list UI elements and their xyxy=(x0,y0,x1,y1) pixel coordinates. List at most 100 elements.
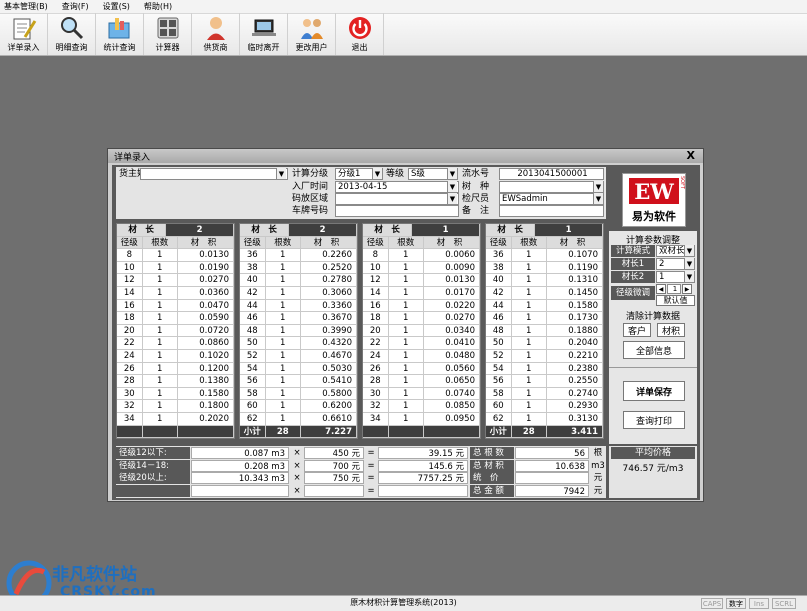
remark-field[interactable] xyxy=(499,205,604,217)
table-row[interactable]: 18 1 0.0590 xyxy=(117,312,234,325)
table-row[interactable]: 44 1 0.3360 xyxy=(240,299,357,313)
table-row[interactable]: 30 1 0.1580 xyxy=(117,387,234,401)
toolbar-detail-query-button[interactable]: 明细查询 xyxy=(48,13,96,55)
count-cell[interactable]: 1 xyxy=(389,249,424,261)
count-cell[interactable]: 1 xyxy=(389,349,424,362)
count-cell[interactable]: 1 xyxy=(143,261,178,274)
count-cell[interactable]: 1 xyxy=(266,412,301,425)
table-row[interactable]: 10 1 0.0090 xyxy=(363,261,480,275)
diameter-cell[interactable]: 34 xyxy=(363,412,389,425)
diameter-cell[interactable]: 58 xyxy=(240,387,266,400)
table-row[interactable]: 16 1 0.0220 xyxy=(363,299,480,313)
diameter-cell[interactable]: 32 xyxy=(363,400,389,412)
diameter-cell[interactable]: 48 xyxy=(240,324,266,337)
chevron-down-icon[interactable]: ▼ xyxy=(447,168,457,179)
diameter-cell[interactable]: 34 xyxy=(117,412,143,425)
diameter-cell[interactable]: 16 xyxy=(363,299,389,312)
table-row[interactable]: 26 1 0.1200 xyxy=(117,362,234,376)
chevron-down-icon[interactable]: ▼ xyxy=(276,168,286,179)
table-row[interactable]: 40 1 0.1310 xyxy=(486,274,603,287)
grid-length-value[interactable]: 2 xyxy=(289,224,357,236)
count-cell[interactable]: 1 xyxy=(512,375,547,387)
grid-length-value[interactable]: 1 xyxy=(412,224,480,236)
diameter-cell[interactable]: 46 xyxy=(240,312,266,324)
diameter-cell[interactable]: 26 xyxy=(117,362,143,375)
count-cell[interactable]: 1 xyxy=(389,375,424,387)
count-cell[interactable]: 1 xyxy=(143,337,178,349)
yard-select[interactable] xyxy=(335,193,459,205)
count-cell[interactable]: 1 xyxy=(266,375,301,387)
count-cell[interactable]: 1 xyxy=(143,375,178,387)
table-row[interactable]: 50 1 0.4320 xyxy=(240,337,357,350)
clear-all-button[interactable]: 全部信息 xyxy=(623,341,685,359)
diameter-cell[interactable]: 36 xyxy=(240,249,266,261)
diameter-cell[interactable]: 8 xyxy=(363,249,389,261)
table-row[interactable]: 8 1 0.0130 xyxy=(117,249,234,262)
diameter-cell[interactable]: 52 xyxy=(240,349,266,362)
count-cell[interactable]: 1 xyxy=(143,274,178,286)
count-cell[interactable]: 1 xyxy=(266,324,301,337)
diameter-cell[interactable]: 18 xyxy=(117,312,143,324)
table-row[interactable]: 12 1 0.0270 xyxy=(117,274,234,287)
diameter-cell[interactable]: 48 xyxy=(486,324,512,337)
date-field[interactable]: 2013-04-15 xyxy=(335,181,459,193)
table-row[interactable]: 54 1 0.5030 xyxy=(240,362,357,376)
table-row[interactable]: 58 1 0.2740 xyxy=(486,387,603,401)
diameter-cell[interactable]: 20 xyxy=(117,324,143,337)
table-row[interactable]: 42 1 0.3060 xyxy=(240,286,357,300)
menu-basic-management[interactable]: 基本管理(B) xyxy=(4,1,48,12)
count-cell[interactable]: 1 xyxy=(266,286,301,299)
table-row[interactable]: 34 1 0.2020 xyxy=(117,412,234,426)
table-row[interactable]: 48 1 0.1880 xyxy=(486,324,603,338)
table-row[interactable]: 32 1 0.0850 xyxy=(363,400,480,413)
table-row[interactable]: 52 1 0.4670 xyxy=(240,349,357,363)
count-cell[interactable]: 1 xyxy=(389,312,424,324)
table-row[interactable]: 36 1 0.1070 xyxy=(486,249,603,262)
count-cell[interactable]: 1 xyxy=(389,286,424,299)
count-cell[interactable]: 1 xyxy=(389,362,424,375)
table-row[interactable]: 14 1 0.0360 xyxy=(117,286,234,300)
diameter-cell[interactable]: 38 xyxy=(240,261,266,274)
chevron-down-icon[interactable]: ▼ xyxy=(684,245,694,256)
table-row[interactable]: 24 1 0.0480 xyxy=(363,349,480,363)
toolbar-calculator-button[interactable]: 计算器 xyxy=(144,13,192,55)
diameter-cell[interactable]: 8 xyxy=(117,249,143,261)
table-row[interactable]: 62 1 0.6610 xyxy=(240,412,357,426)
table-row[interactable]: 46 1 0.3670 xyxy=(240,312,357,325)
count-cell[interactable]: 1 xyxy=(266,362,301,375)
diameter-cell[interactable]: 42 xyxy=(240,286,266,299)
grid-length-value[interactable]: 2 xyxy=(166,224,234,236)
count-cell[interactable]: 1 xyxy=(143,299,178,312)
chevron-down-icon[interactable]: ▼ xyxy=(593,193,603,204)
count-cell[interactable]: 1 xyxy=(266,261,301,274)
count-cell[interactable]: 1 xyxy=(143,349,178,362)
menu-query[interactable]: 查询(F) xyxy=(62,1,89,12)
count-cell[interactable]: 1 xyxy=(143,412,178,425)
query-print-button[interactable]: 查询打印 xyxy=(623,411,685,429)
inspector-select[interactable]: EWSadmin xyxy=(499,193,604,205)
count-cell[interactable]: 1 xyxy=(512,337,547,349)
diameter-cell[interactable]: 38 xyxy=(486,261,512,274)
count-cell[interactable]: 1 xyxy=(389,261,424,274)
table-row[interactable]: 62 1 0.3130 xyxy=(486,412,603,426)
toolbar-temp-leave-button[interactable]: 临时离开 xyxy=(240,13,288,55)
diameter-cell[interactable]: 60 xyxy=(240,400,266,412)
toolbar-detail-entry-button[interactable]: 详单录入 xyxy=(0,13,48,55)
table-row[interactable]: 8 1 0.0060 xyxy=(363,249,480,262)
table-row[interactable]: 50 1 0.2040 xyxy=(486,337,603,350)
chevron-left-icon[interactable]: ◀ xyxy=(656,284,666,294)
count-cell[interactable]: 1 xyxy=(389,400,424,412)
diameter-cell[interactable]: 54 xyxy=(240,362,266,375)
count-cell[interactable]: 1 xyxy=(389,412,424,425)
table-row[interactable]: 48 1 0.3990 xyxy=(240,324,357,338)
count-cell[interactable]: 1 xyxy=(512,261,547,274)
table-row[interactable]: 18 1 0.0270 xyxy=(363,312,480,325)
count-cell[interactable]: 1 xyxy=(512,274,547,286)
table-row[interactable]: 28 1 0.1380 xyxy=(117,375,234,388)
owner-field[interactable] xyxy=(140,168,288,180)
table-row[interactable]: 38 1 0.1190 xyxy=(486,261,603,275)
table-row[interactable]: 52 1 0.2210 xyxy=(486,349,603,363)
count-cell[interactable]: 1 xyxy=(143,400,178,412)
species-select[interactable] xyxy=(499,181,604,193)
diameter-cell[interactable]: 14 xyxy=(117,286,143,299)
